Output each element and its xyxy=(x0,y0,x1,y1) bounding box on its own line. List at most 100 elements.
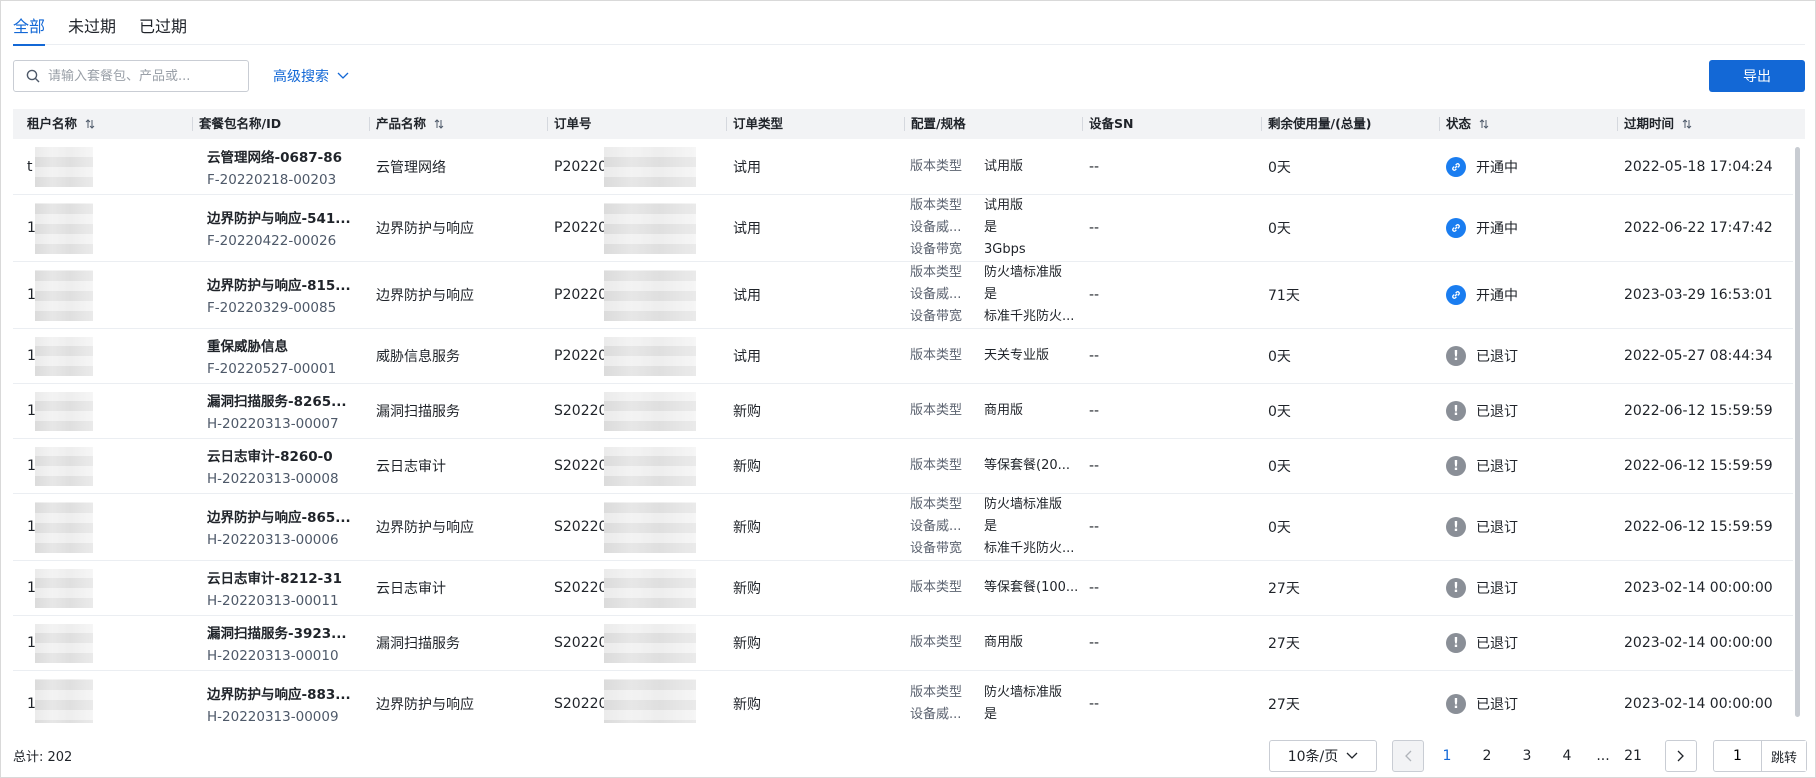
cell-status: 开通中 xyxy=(1446,139,1616,194)
redacted-tenant xyxy=(35,270,93,321)
page-number-4[interactable]: 4 xyxy=(1551,740,1583,772)
sort-icon[interactable] xyxy=(1479,119,1489,129)
search-input[interactable] xyxy=(48,68,238,84)
cell-package: 云日志审计-8212-31 H-20220313-00011 xyxy=(207,561,367,615)
next-page-button[interactable] xyxy=(1665,740,1697,772)
table-row[interactable]: t 云管理网络-0687-86 F-20220218-00203 云管理网络 P20… xyxy=(13,139,1793,195)
config-line: 设备威... 是 xyxy=(910,704,1080,723)
package-name[interactable]: 漏洞扫描服务-3923... xyxy=(207,622,367,642)
prev-page-button[interactable] xyxy=(1392,740,1424,772)
advanced-search-toggle[interactable]: 高级搜索 xyxy=(273,60,349,92)
cell-package: 漏洞扫描服务-8265... H-20220313-00007 xyxy=(207,384,367,438)
config-line: 版本类型 等保套餐(100... xyxy=(910,577,1080,599)
product-name: 边界防护与响应 xyxy=(376,288,474,304)
page-number-1[interactable]: 1 xyxy=(1431,740,1463,772)
tab-expired[interactable]: 已过期 xyxy=(139,1,187,45)
expire-time: 2022-05-27 08:44:34 xyxy=(1624,348,1773,364)
package-name[interactable]: 漏洞扫描服务-8265... xyxy=(207,390,367,410)
column-header-label: 套餐包名称/ID xyxy=(199,116,282,131)
cell-remaining: 0天 xyxy=(1268,494,1438,560)
cell-config: 版本类型 天关专业版 xyxy=(910,329,1080,383)
column-header-expire[interactable]: 过期时间 xyxy=(1617,109,1692,139)
config-line: 版本类型 试用版 xyxy=(910,156,1080,178)
package-name[interactable]: 重保威胁信息 xyxy=(207,335,367,355)
config-label: 版本类型 xyxy=(910,158,963,174)
config-line: 设备带宽 标准千兆防火... xyxy=(910,306,1080,328)
cell-sn: -- xyxy=(1089,439,1259,493)
column-header-product[interactable]: 产品名称 xyxy=(369,109,444,139)
cell-package: 漏洞扫描服务-3923... H-20220313-00010 xyxy=(207,616,367,670)
status-text: 开通中 xyxy=(1476,159,1518,176)
package-id: H-20220313-00010 xyxy=(207,648,339,664)
sort-icon[interactable] xyxy=(1682,119,1692,129)
config-line: 设备威... 是 xyxy=(910,284,1080,306)
redacted-tenant xyxy=(35,624,93,663)
cell-package: 边界防护与响应-883... H-20220313-00009 xyxy=(207,671,367,723)
cell-config: 版本类型 试用版 设备威... 是 设备带宽 3Gbps xyxy=(910,195,1080,261)
package-name[interactable]: 边界防护与响应-815... xyxy=(207,274,367,294)
package-name[interactable]: 云管理网络-0687-86 xyxy=(207,146,367,166)
page-jump-button[interactable]: 跳转 xyxy=(1762,741,1806,771)
package-name[interactable]: 云日志审计-8260-0 xyxy=(207,445,367,465)
page-number-3[interactable]: 3 xyxy=(1511,740,1543,772)
table-row[interactable]: 1 云日志审计-8260-0 H-20220313-00008 云日志审计 S202… xyxy=(13,439,1793,494)
column-divider xyxy=(192,117,193,131)
package-name[interactable]: 边界防护与响应-883... xyxy=(207,683,367,703)
cell-product: 边界防护与响应 xyxy=(376,262,546,328)
package-name[interactable]: 边界防护与响应-541... xyxy=(207,207,367,227)
cell-config: 版本类型 等保套餐(20... xyxy=(910,439,1080,493)
cell-package: 云日志审计-8260-0 H-20220313-00008 xyxy=(207,439,367,493)
export-button[interactable]: 导出 xyxy=(1709,60,1805,92)
link-icon xyxy=(1446,218,1466,238)
page-jump-input[interactable] xyxy=(1714,741,1762,771)
cell-remaining: 0天 xyxy=(1268,139,1438,194)
package-id: H-20220313-00008 xyxy=(207,471,339,487)
page-ellipsis[interactable]: ... xyxy=(1587,740,1619,772)
tab-unexpired[interactable]: 未过期 xyxy=(68,1,116,45)
column-header-tenant[interactable]: 租户名称 xyxy=(27,109,95,139)
table-row[interactable]: 1 边界防护与响应-815... F-20220329-00085 边界防护与响应… xyxy=(13,262,1793,329)
config-label: 版本类型 xyxy=(910,580,963,595)
table-row[interactable]: 1 边界防护与响应-541... F-20220422-00026 边界防护与响应… xyxy=(13,195,1793,262)
page-number-last[interactable]: 21 xyxy=(1617,740,1649,772)
sort-icon[interactable] xyxy=(85,119,95,129)
table-row[interactable]: 1 云日志审计-8212-31 H-20220313-00011 云日志审计 S20… xyxy=(13,561,1793,616)
page-size-select[interactable]: 10条/页 xyxy=(1269,740,1377,772)
package-name[interactable]: 边界防护与响应-865... xyxy=(207,506,367,526)
table-row[interactable]: 1 漏洞扫描服务-3923... H-20220313-00010 漏洞扫描服务 S… xyxy=(13,616,1793,671)
order-type: 新购 xyxy=(733,636,761,652)
config-line: 版本类型 试用版 xyxy=(910,195,1080,217)
column-header-status[interactable]: 状态 xyxy=(1439,109,1489,139)
search-box[interactable] xyxy=(13,60,249,92)
package-id: H-20220313-00009 xyxy=(207,709,339,723)
column-divider xyxy=(369,117,370,131)
status-text: 已退订 xyxy=(1476,349,1518,365)
vertical-scrollbar[interactable] xyxy=(1794,139,1802,723)
page-number-2[interactable]: 2 xyxy=(1471,740,1503,772)
tab-all[interactable]: 全部 xyxy=(13,1,46,46)
table-row[interactable]: 1 边界防护与响应-865... H-20220313-00006 边界防护与响应… xyxy=(13,494,1793,561)
cell-status: ! 已退订 xyxy=(1446,561,1616,615)
cell-product: 边界防护与响应 xyxy=(376,671,546,723)
scrollbar-thumb[interactable] xyxy=(1795,147,1800,717)
package-name[interactable]: 云日志审计-8212-31 xyxy=(207,567,367,587)
config-value: 防火墙标准版 xyxy=(984,265,1063,280)
redacted-tenant xyxy=(35,502,93,553)
chevron-right-icon xyxy=(1677,750,1684,762)
cell-config: 版本类型 防火墙标准版 设备威... 是 设备带宽 标准千兆防火... xyxy=(910,494,1080,560)
sort-icon[interactable] xyxy=(434,119,444,129)
product-name: 边界防护与响应 xyxy=(376,697,474,713)
cell-status: ! 已退订 xyxy=(1446,384,1616,438)
table-row[interactable]: 1 边界防护与响应-883... H-20220313-00009 边界防护与响应… xyxy=(13,671,1793,723)
table-row[interactable]: 1 重保威胁信息 F-20220527-00001 威胁信息服务 P202205 试用… xyxy=(13,329,1793,384)
column-header-label: 设备SN xyxy=(1089,116,1134,131)
device-sn: -- xyxy=(1089,220,1100,236)
config-line: 版本类型 商用版 xyxy=(910,400,1080,422)
column-divider xyxy=(904,117,905,131)
status-text: 已退订 xyxy=(1476,581,1518,597)
config-value: 试用版 xyxy=(984,198,1024,213)
config-line: 版本类型 商用版 xyxy=(910,632,1080,654)
redacted-tenant xyxy=(35,392,93,431)
table-row[interactable]: 1 漏洞扫描服务-8265... H-20220313-00007 漏洞扫描服务 S… xyxy=(13,384,1793,439)
column-header-order-type: 订单类型 xyxy=(726,109,783,139)
